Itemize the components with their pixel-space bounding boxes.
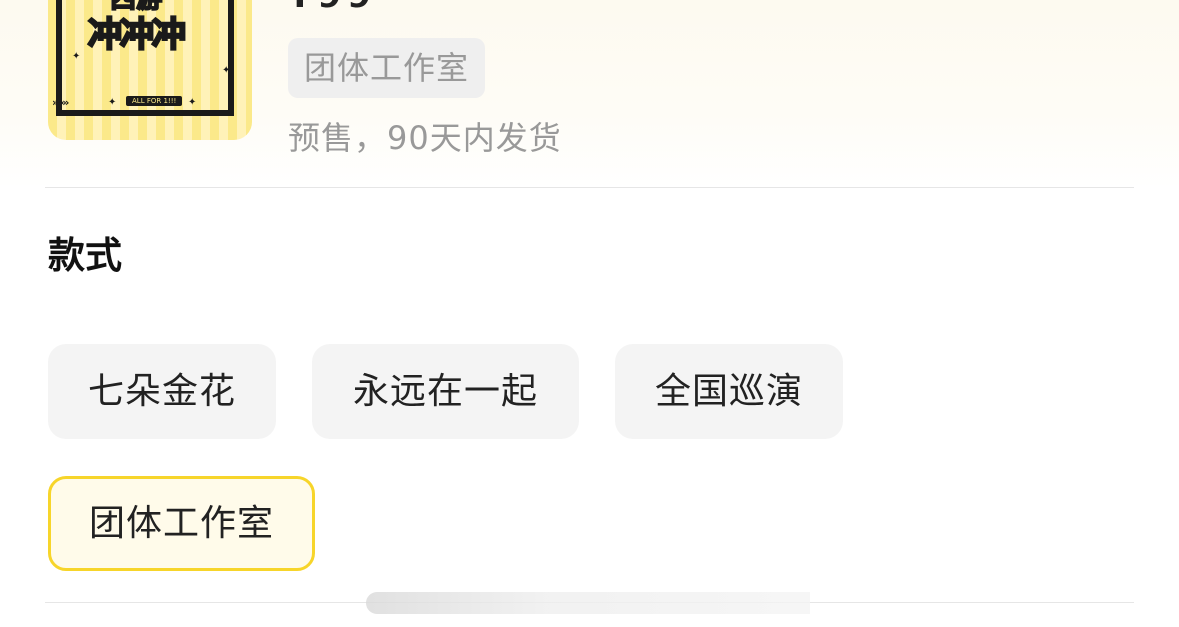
product-price: ¥99 bbox=[288, 0, 377, 16]
sparkle-icon: ✦ bbox=[72, 51, 81, 62]
product-thumbnail[interactable]: 西游 冲冲冲 »»» ALL FOR 1!!! ✦ ✦ ✦ ✦ bbox=[48, 0, 252, 140]
divider bbox=[45, 187, 1134, 188]
thumbnail-arrows: »»» bbox=[52, 96, 69, 109]
shipping-note: 预售，90天内发货 bbox=[288, 119, 562, 157]
thumbnail-title-line2: 冲冲冲 bbox=[87, 15, 188, 55]
selected-variant-label: 团体工作室 bbox=[288, 38, 486, 98]
sparkle-icon: ✦ bbox=[108, 97, 117, 108]
option-yongyuanzaiyiqi[interactable]: 永远在一起 bbox=[312, 344, 579, 439]
option-quanguoxunyan[interactable]: 全国巡演 bbox=[615, 344, 843, 439]
thumbnail-title-line1: 西游 bbox=[109, 0, 163, 13]
sparkle-icon: ✦ bbox=[188, 97, 197, 108]
scroll-handle[interactable] bbox=[366, 592, 810, 614]
option-tuantigongzuoshi[interactable]: 团体工作室 bbox=[48, 476, 315, 571]
thumbnail-tag: ALL FOR 1!!! bbox=[126, 96, 183, 107]
sparkle-icon: ✦ bbox=[222, 65, 231, 76]
option-qiduojinhua[interactable]: 七朵金花 bbox=[48, 344, 276, 439]
style-section-title: 款式 bbox=[48, 234, 122, 277]
